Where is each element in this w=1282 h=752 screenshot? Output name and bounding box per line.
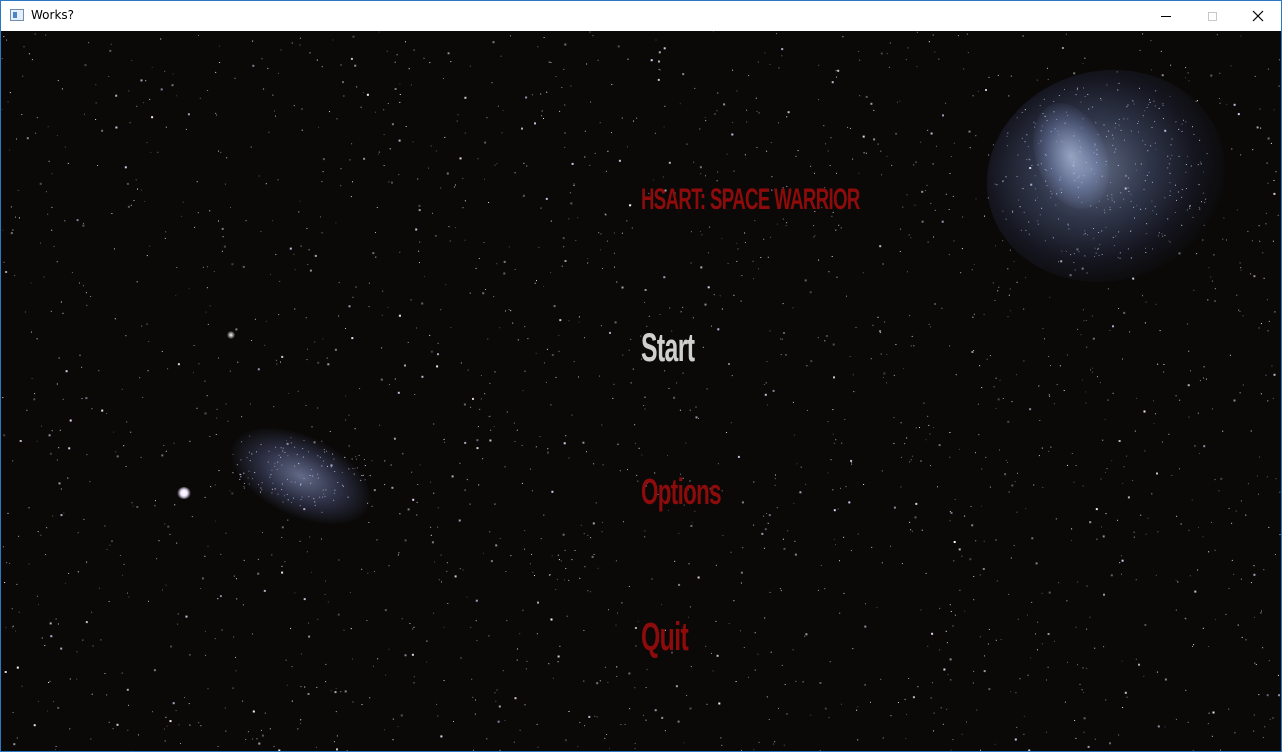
- menu-item-start[interactable]: Start: [641, 328, 695, 368]
- bright-star: [177, 487, 191, 499]
- close-icon: [1252, 10, 1264, 22]
- title-bar[interactable]: Works?: [1, 1, 1281, 31]
- game-canvas[interactable]: HSART: SPACE WARRIOR Start Options Quit: [1, 31, 1281, 751]
- minimize-button[interactable]: [1143, 1, 1189, 31]
- app-window: Works? HSART: SPACE WARRIOR Start Option…: [0, 0, 1282, 752]
- minimize-icon: [1161, 15, 1171, 17]
- menu-item-quit[interactable]: Quit: [641, 617, 689, 657]
- maximize-icon: [1207, 11, 1217, 21]
- bright-star-small: [227, 331, 235, 339]
- game-title: HSART: SPACE WARRIOR: [641, 183, 860, 216]
- close-button[interactable]: [1235, 1, 1281, 31]
- maximize-button[interactable]: [1189, 1, 1235, 31]
- window-title: Works?: [31, 8, 75, 22]
- menu-item-options[interactable]: Options: [641, 474, 722, 510]
- app-window-icon[interactable]: [10, 9, 24, 21]
